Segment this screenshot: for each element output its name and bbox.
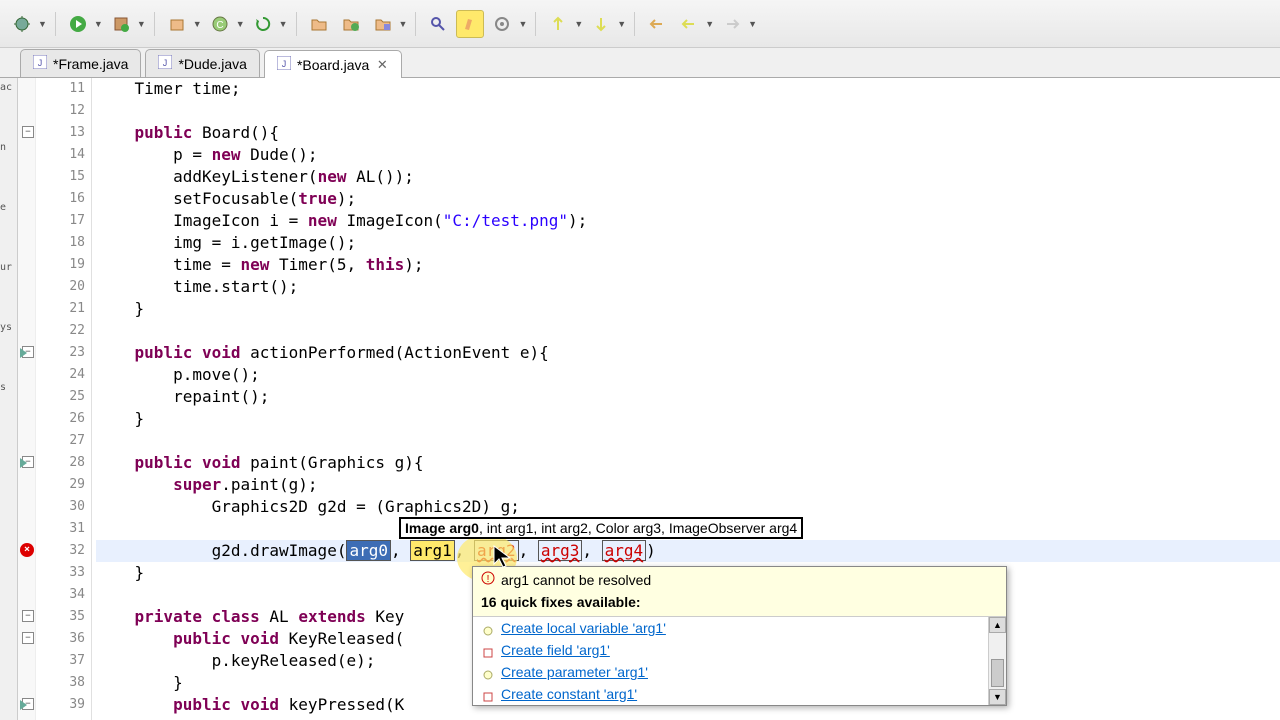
error-marker-icon[interactable]: ×	[20, 543, 34, 557]
red-square-icon	[483, 645, 493, 655]
lightbulb-icon	[483, 623, 493, 633]
code-line[interactable]: public void actionPerformed(ActionEvent …	[96, 342, 1280, 364]
code-line[interactable]: ImageIcon i = new ImageIcon("C:/test.png…	[96, 210, 1280, 232]
tab-label: *Board.java	[297, 57, 369, 73]
code-line[interactable]: super.paint(g);	[96, 474, 1280, 496]
refresh-icon[interactable]	[249, 10, 277, 38]
quickfix-error-header: ! arg1 cannot be resolved	[473, 567, 1006, 592]
code-line[interactable]: time = new Timer(5, this);	[96, 254, 1280, 276]
svg-text:C: C	[216, 20, 223, 31]
highlight-icon[interactable]	[456, 10, 484, 38]
quickfix-list: ▲ ▼ Create local variable 'arg1' Create f…	[473, 616, 1006, 705]
close-icon[interactable]: ✕	[375, 58, 389, 72]
quickfix-label: Create constant 'arg1'	[501, 686, 637, 702]
override-marker-icon	[20, 458, 27, 468]
tab-label: *Frame.java	[53, 56, 128, 72]
code-area[interactable]: Timer time; public Board(){ p = new Dude…	[92, 78, 1280, 720]
quickfix-label: Create local variable 'arg1'	[501, 620, 666, 636]
code-line[interactable]: img = i.getImage();	[96, 232, 1280, 254]
last-edit-icon[interactable]	[643, 10, 671, 38]
code-line[interactable]	[96, 100, 1280, 122]
param-hint-active: Image arg0	[405, 520, 479, 536]
search-icon[interactable]	[424, 10, 452, 38]
quickfix-label: Create parameter 'arg1'	[501, 664, 648, 680]
open-task-icon[interactable]	[369, 10, 397, 38]
override-marker-icon	[20, 348, 27, 358]
svg-text:J: J	[163, 58, 168, 68]
new-package-icon[interactable]	[163, 10, 191, 38]
scroll-down-icon[interactable]: ▼	[989, 689, 1006, 705]
code-line[interactable]: time.start();	[96, 276, 1280, 298]
svg-text:J: J	[282, 59, 287, 69]
tab-label: *Dude.java	[178, 56, 247, 72]
quickfix-error-text: arg1 cannot be resolved	[501, 572, 651, 588]
fold-column	[18, 78, 36, 720]
code-line[interactable]: }	[96, 408, 1280, 430]
bug-config-icon[interactable]	[8, 10, 36, 38]
quickfix-label: Create field 'arg1'	[501, 642, 610, 658]
fold-toggle-icon[interactable]: −	[22, 126, 34, 138]
code-editor: acneuryss 111213−14151617181920212223−24…	[0, 78, 1280, 720]
scrollbar[interactable]: ▲ ▼	[988, 617, 1006, 705]
code-line[interactable]: g2d.drawImage(arg0, arg1, arg2, arg3, ar…	[96, 540, 1280, 562]
tab-frame[interactable]: J *Frame.java	[20, 49, 141, 77]
tab-board[interactable]: J *Board.java ✕	[264, 50, 402, 78]
override-marker-icon	[20, 700, 27, 710]
quickfix-popup: ! arg1 cannot be resolved 16 quick fixes…	[472, 566, 1007, 706]
line-number-gutter: 111213−14151617181920212223−2425262728−2…	[36, 78, 92, 720]
code-line[interactable]: repaint();	[96, 386, 1280, 408]
svg-text:!: !	[487, 574, 490, 585]
code-line[interactable]: Graphics2D g2d = (Graphics2D) g;	[96, 496, 1280, 518]
error-bulb-icon: !	[481, 571, 495, 588]
open-folder-icon[interactable]	[305, 10, 333, 38]
editor-tabs: J *Frame.java J *Dude.java J *Board.java…	[0, 48, 1280, 78]
quickfix-item[interactable]: Create field 'arg1'	[473, 639, 988, 661]
code-line[interactable]: setFocusable(true);	[96, 188, 1280, 210]
sidebar-fragment: acneuryss	[0, 78, 18, 720]
java-file-icon: J	[33, 55, 47, 72]
code-line[interactable]	[96, 320, 1280, 342]
next-annotation-icon[interactable]	[587, 10, 615, 38]
code-line[interactable]: p = new Dude();	[96, 144, 1280, 166]
code-line[interactable]	[96, 430, 1280, 452]
scroll-thumb[interactable]	[991, 659, 1004, 687]
param-hint-rest: , int arg1, int arg2, Color arg3, ImageO…	[479, 520, 797, 536]
java-file-icon: J	[277, 56, 291, 73]
code-line[interactable]: addKeyListener(new AL());	[96, 166, 1280, 188]
run-icon[interactable]	[64, 10, 92, 38]
back-icon[interactable]	[675, 10, 703, 38]
parameter-hint-tooltip: Image arg0, int arg1, int arg2, Color ar…	[399, 517, 803, 539]
tab-dude[interactable]: J *Dude.java	[145, 49, 260, 77]
java-file-icon: J	[158, 55, 172, 72]
red-square-icon	[483, 689, 493, 699]
quickfix-item[interactable]: Create local variable 'arg1'	[473, 617, 988, 639]
quickfix-item[interactable]: Create parameter 'arg1'	[473, 661, 988, 683]
open-type-icon[interactable]	[337, 10, 365, 38]
main-toolbar: ▼ ▼ ▼ ▼ C▼ ▼ ▼ ▼ ▼ ▼ ▼ ▼	[0, 0, 1280, 48]
prev-annotation-icon[interactable]	[544, 10, 572, 38]
ext-tools-icon[interactable]	[107, 10, 135, 38]
quickfix-item[interactable]: Create constant 'arg1'	[473, 683, 988, 705]
fold-toggle-icon[interactable]: −	[22, 632, 34, 644]
code-line[interactable]: Timer time;	[96, 78, 1280, 100]
code-line[interactable]: public Board(){	[96, 122, 1280, 144]
new-class-icon[interactable]: C	[206, 10, 234, 38]
annotation-icon[interactable]	[488, 10, 516, 38]
forward-icon[interactable]	[718, 10, 746, 38]
code-line[interactable]: p.move();	[96, 364, 1280, 386]
code-line[interactable]: }	[96, 298, 1280, 320]
quickfix-subheader: 16 quick fixes available:	[473, 592, 1006, 616]
fold-toggle-icon[interactable]: −	[22, 610, 34, 622]
lightbulb-icon	[483, 667, 493, 677]
svg-text:J: J	[38, 58, 43, 68]
code-line[interactable]: public void paint(Graphics g){	[96, 452, 1280, 474]
scroll-up-icon[interactable]: ▲	[989, 617, 1006, 633]
